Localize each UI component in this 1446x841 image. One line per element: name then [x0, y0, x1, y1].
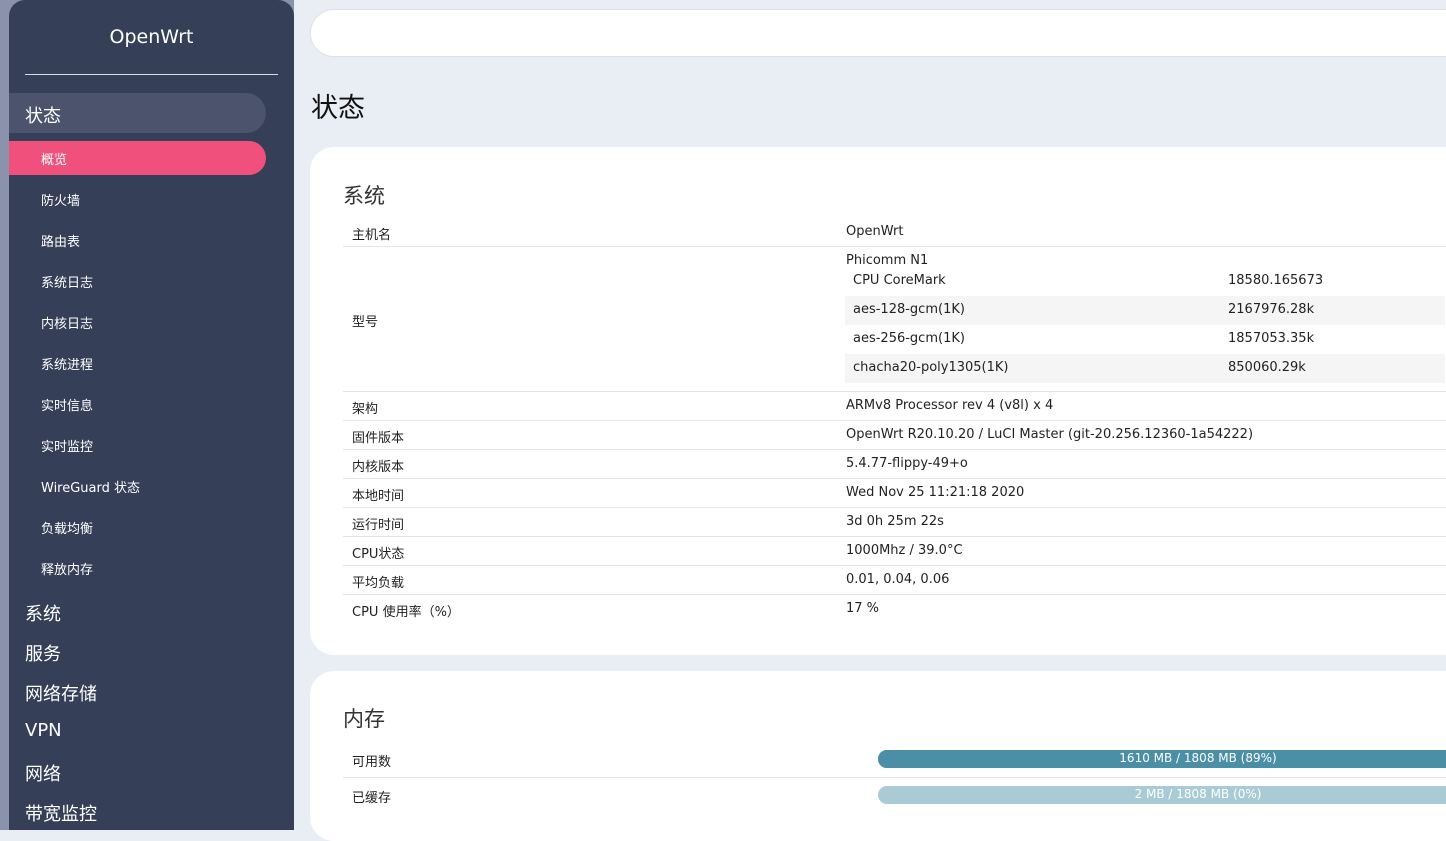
info-row-hostname: 主机名 OpenWrt — [343, 219, 1446, 247]
memory-row-cached: 已缓存 2 MB / 1808 MB (0%) — [343, 778, 1446, 813]
system-card: 系统 主机名 OpenWrt 型号 Phicomm N1 CPU CoreMar… — [310, 147, 1446, 655]
benchmark-row: aes-256-gcm(1K) 1857053.35k — [845, 325, 1445, 354]
benchmark-value: 2167976.28k — [1228, 302, 1315, 317]
sidebar-item-label: WireGuard 状态 — [41, 481, 141, 496]
benchmark-row: chacha20-poly1305(1K) 850060.29k — [845, 354, 1445, 383]
info-value: 3d 0h 25m 22s — [846, 514, 944, 529]
brand-divider — [25, 74, 278, 75]
memory-progress-bar: 2 MB / 1808 MB (0%) — [878, 786, 1446, 804]
info-value: Phicomm N1 — [846, 253, 929, 268]
sidebar-item-system-log[interactable]: 系统日志 — [9, 264, 266, 298]
benchmark-value: 850060.29k — [1228, 360, 1306, 375]
sidebar-category-status[interactable]: 状态 — [9, 93, 266, 133]
info-row-kernel: 内核版本 5.4.77-flippy-49+o — [343, 450, 1446, 479]
sidebar-item-kernel-log[interactable]: 内核日志 — [9, 305, 266, 339]
sidebar-category-label: 服务 — [25, 644, 61, 665]
sidebar-category-label: 系统 — [25, 604, 61, 625]
sidebar-item-firewall[interactable]: 防火墙 — [9, 182, 266, 216]
sidebar-item-label: 负载均衡 — [41, 522, 94, 537]
sidebar-category-label: VPN — [25, 720, 62, 741]
info-row-arch: 架构 ARMv8 Processor rev 4 (v8l) x 4 — [343, 392, 1446, 421]
sidebar-item-realtime-info[interactable]: 实时信息 — [9, 387, 266, 421]
info-row-load-average: 平均负载 0.01, 0.04, 0.06 — [343, 566, 1446, 595]
info-row-cpu-status: CPU状态 1000Mhz / 39.0°C — [343, 537, 1446, 566]
sidebar-category-system[interactable]: 系统 — [9, 598, 266, 628]
info-value: 5.4.77-flippy-49+o — [846, 456, 968, 471]
info-label: 主机名 — [352, 228, 392, 243]
memory-card: 内存 可用数 1610 MB / 1808 MB (89%) 已缓存 2 MB … — [310, 671, 1446, 841]
memory-progress-bar: 1610 MB / 1808 MB (89%) — [878, 750, 1446, 768]
page-title: 状态 — [311, 93, 365, 124]
benchmark-name: aes-256-gcm(1K) — [853, 331, 965, 346]
info-value: 17 % — [846, 601, 880, 616]
sidebar-item-load-balance[interactable]: 负载均衡 — [9, 510, 266, 544]
sidebar-category-label: 带宽监控 — [25, 804, 97, 825]
memory-progress-label: 2 MB / 1808 MB (0%) — [1134, 787, 1262, 801]
benchmark-table: CPU CoreMark 18580.165673 aes-128-gcm(1K… — [845, 267, 1445, 383]
info-label: CPU 使用率（%） — [352, 605, 460, 620]
info-label: 本地时间 — [352, 489, 405, 504]
info-label: 架构 — [352, 402, 379, 417]
info-label: 可用数 — [352, 755, 392, 770]
sidebar-item-label: 路由表 — [41, 235, 81, 250]
sidebar-category-nas[interactable]: 网络存储 — [9, 678, 266, 708]
info-row-cpu-usage: CPU 使用率（%） 17 % — [343, 595, 1446, 623]
sidebar-item-realtime-monitor[interactable]: 实时监控 — [9, 428, 266, 462]
info-label: 型号 — [352, 315, 379, 330]
sidebar-category-network[interactable]: 网络 — [9, 758, 266, 788]
info-value: ARMv8 Processor rev 4 (v8l) x 4 — [846, 398, 1054, 413]
system-card-title: 系统 — [343, 184, 385, 208]
info-value: 1000Mhz / 39.0°C — [846, 543, 963, 558]
benchmark-row: aes-128-gcm(1K) 2167976.28k — [845, 296, 1445, 325]
sidebar-category-services[interactable]: 服务 — [9, 638, 266, 668]
top-bar — [310, 9, 1446, 57]
sidebar-item-label: 内核日志 — [41, 317, 94, 332]
benchmark-value: 18580.165673 — [1228, 273, 1324, 288]
sidebar-item-label: 概览 — [41, 153, 68, 168]
benchmark-name: CPU CoreMark — [853, 273, 946, 288]
benchmark-row: CPU CoreMark 18580.165673 — [845, 267, 1445, 296]
sidebar-category-label: 状态 — [25, 106, 61, 127]
memory-progress-label: 1610 MB / 1808 MB (89%) — [1119, 751, 1277, 765]
info-label: 平均负载 — [352, 576, 405, 591]
sidebar-category-label: 网络存储 — [25, 684, 97, 705]
memory-row-available: 可用数 1610 MB / 1808 MB (89%) — [343, 742, 1446, 778]
sidebar-item-label: 系统日志 — [41, 276, 94, 291]
sidebar-item-overview[interactable]: 概览 — [9, 141, 266, 175]
info-label: 固件版本 — [352, 431, 405, 446]
info-value: OpenWrt — [846, 224, 904, 239]
memory-card-title: 内存 — [343, 707, 385, 731]
info-value: Wed Nov 25 11:21:18 2020 — [846, 485, 1025, 500]
benchmark-name: chacha20-poly1305(1K) — [853, 360, 1009, 375]
sidebar-item-label: 释放内存 — [41, 563, 94, 578]
info-label: 内核版本 — [352, 460, 405, 475]
sidebar-item-label: 实时监控 — [41, 440, 94, 455]
sidebar-item-routes[interactable]: 路由表 — [9, 223, 266, 257]
sidebar-item-free-memory[interactable]: 释放内存 — [9, 551, 266, 585]
benchmark-name: aes-128-gcm(1K) — [853, 302, 965, 317]
info-label: CPU状态 — [352, 547, 405, 562]
brand-title[interactable]: OpenWrt — [9, 26, 294, 48]
benchmark-value: 1857053.35k — [1228, 331, 1315, 346]
info-value: 0.01, 0.04, 0.06 — [846, 572, 950, 587]
sidebar-item-label: 系统进程 — [41, 358, 94, 373]
info-value: OpenWrt R20.10.20 / LuCI Master (git-20.… — [846, 427, 1254, 442]
sidebar-item-label: 实时信息 — [41, 399, 94, 414]
sidebar: OpenWrt 状态 概览 防火墙 路由表 系统日志 内核日志 系统进程 实时信… — [9, 0, 294, 830]
sidebar-category-label: 网络 — [25, 764, 61, 785]
sidebar-category-bandwidth[interactable]: 带宽监控 — [9, 798, 266, 828]
sidebar-item-processes[interactable]: 系统进程 — [9, 346, 266, 380]
sidebar-item-wireguard[interactable]: WireGuard 状态 — [9, 469, 266, 503]
sidebar-category-vpn[interactable]: VPN — [9, 718, 266, 748]
info-label: 运行时间 — [352, 518, 405, 533]
sidebar-frame: OpenWrt 状态 概览 防火墙 路由表 系统日志 内核日志 系统进程 实时信… — [0, 0, 294, 830]
info-row-local-time: 本地时间 Wed Nov 25 11:21:18 2020 — [343, 479, 1446, 508]
info-label: 已缓存 — [352, 791, 392, 806]
info-row-uptime: 运行时间 3d 0h 25m 22s — [343, 508, 1446, 537]
sidebar-item-label: 防火墙 — [41, 194, 81, 209]
info-row-firmware: 固件版本 OpenWrt R20.10.20 / LuCI Master (gi… — [343, 421, 1446, 450]
